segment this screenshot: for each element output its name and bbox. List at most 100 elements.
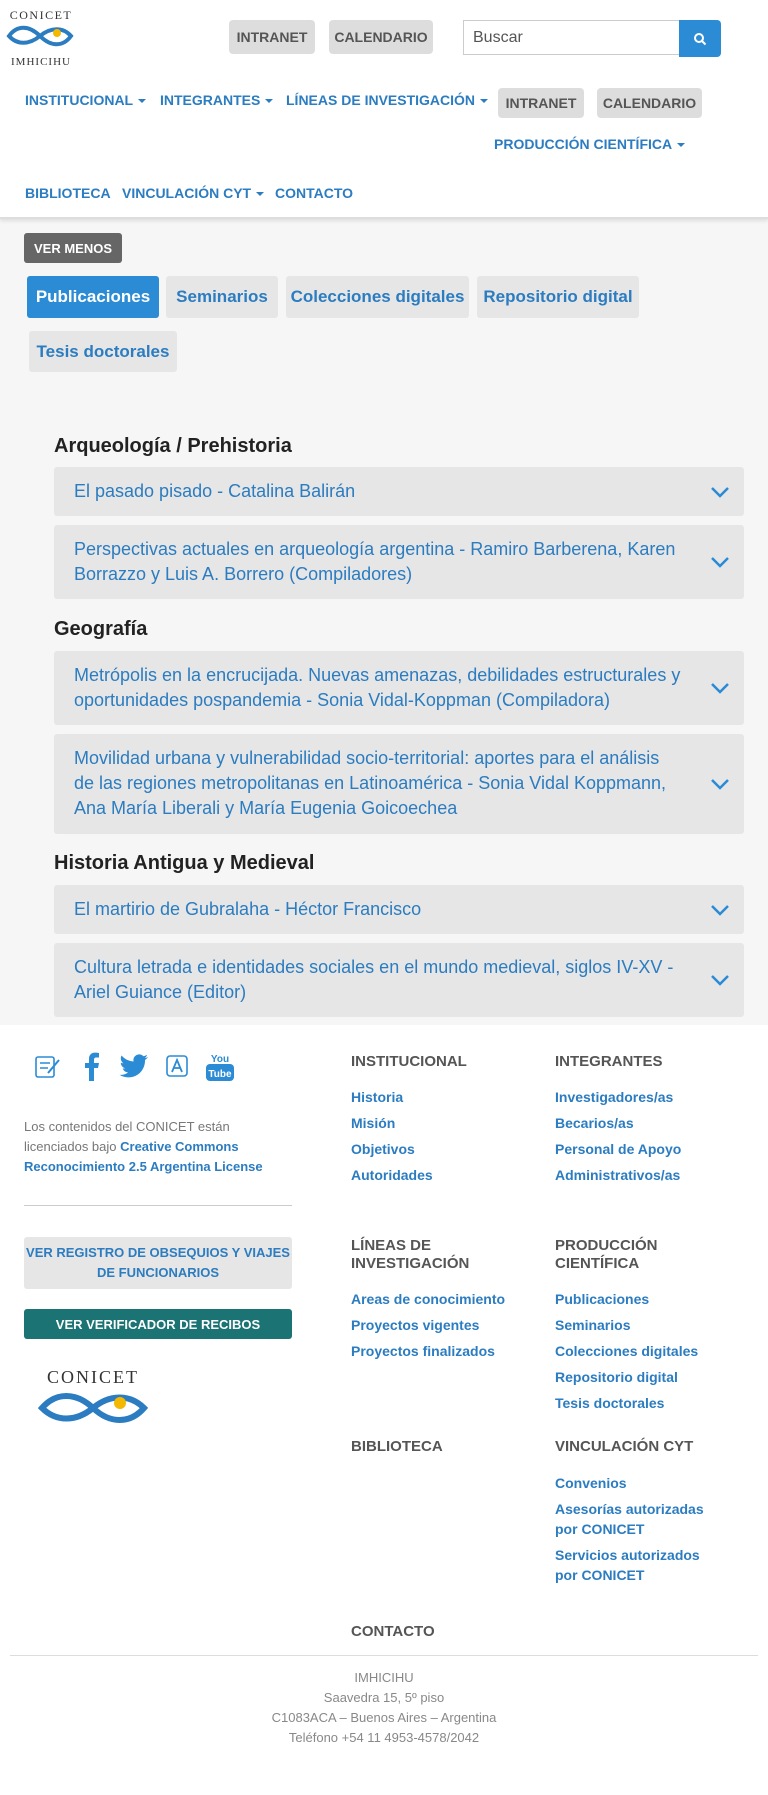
accordion-item[interactable]: El pasado pisado - Catalina Balirán <box>54 467 744 516</box>
facebook-icon[interactable] <box>75 1049 109 1083</box>
chevron-down-icon <box>711 683 729 694</box>
edit-icon[interactable] <box>30 1049 64 1083</box>
accordion-item[interactable]: Metrópolis en la encrucijada. Nuevas ame… <box>54 651 744 725</box>
chevron-down-icon <box>711 904 729 916</box>
address-line: IMHICIHU <box>354 1670 414 1685</box>
nav-lineas-label: LÍNEAS DE INVESTIGACIÓN <box>286 92 476 108</box>
accordion-item[interactable]: Perspectivas actuales en arqueología arg… <box>54 525 744 599</box>
tab-colecciones-digitales[interactable]: Colecciones digitales <box>286 276 469 318</box>
registro-obsequios-button[interactable]: VER REGISTRO DE OBSEQUIOS Y VIAJES DE FU… <box>24 1237 292 1289</box>
chevron-down-icon <box>711 486 729 498</box>
chevron-down-icon <box>711 557 729 568</box>
accordion-item-title: Perspectivas actuales en arqueología arg… <box>74 539 676 584</box>
accordion-item-title: Metrópolis en la encrucijada. Nuevas ame… <box>74 665 681 710</box>
search-button[interactable] <box>679 20 721 57</box>
address-line: Saavedra 15, 5º piso <box>323 1690 445 1705</box>
search-form: Buscar <box>463 20 721 57</box>
footer-heading-contacto[interactable]: CONTACTO <box>351 1623 435 1641</box>
tab-repositorio-digital[interactable]: Repositorio digital <box>477 276 639 318</box>
accordion-item-title: El pasado pisado - Catalina Balirán <box>74 481 356 501</box>
nav-lineas[interactable]: LÍNEAS DE INVESTIGACIÓN <box>286 92 489 108</box>
logo-bottom-text: IMHICIHU <box>11 56 71 68</box>
caret-down-icon <box>677 143 686 148</box>
caret-down-icon <box>265 99 274 104</box>
footer-link[interactable]: Areas de conocimiento <box>351 1289 505 1309</box>
footer-bottom-divider <box>10 1655 758 1656</box>
footer-link[interactable]: Colecciones digitales <box>555 1341 698 1361</box>
accordion-item[interactable]: Movilidad urbana y vulnerabilidad socio-… <box>54 734 744 834</box>
license-text: Los contenidos del CONICET están licenci… <box>24 1117 274 1177</box>
address-line: C1083ACA – Buenos Aires – Argentina <box>271 1710 497 1725</box>
accordion-item[interactable]: Cultura letrada e identidades sociales e… <box>54 943 744 1017</box>
footer-link[interactable]: Personal de Apoyo <box>555 1139 681 1159</box>
chevron-down-icon <box>711 779 729 790</box>
verificador-recibos-button[interactable]: VER VERIFICADOR DE RECIBOS <box>24 1309 292 1339</box>
footer-heading-vinculacion[interactable]: VINCULACIÓN CYT <box>555 1438 693 1456</box>
accordion-item[interactable]: El martirio de Gubralaha - Héctor Franci… <box>54 885 744 934</box>
tab-publicaciones[interactable]: Publicaciones <box>27 276 159 318</box>
section-title: Arqueología / Prehistoria <box>54 435 292 457</box>
tab-seminarios[interactable]: Seminarios <box>166 276 278 318</box>
footer-link[interactable]: Autoridades <box>351 1165 433 1185</box>
footer-link[interactable]: Proyectos vigentes <box>351 1315 479 1335</box>
footer-logo-text: CONICET <box>47 1367 139 1387</box>
footer-link[interactable]: Misión <box>351 1113 395 1133</box>
logo-top-text: CONICET <box>9 8 73 22</box>
conicet-logo[interactable]: CONICET IMHICIHU <box>5 8 77 68</box>
accordion-item-title: El martirio de Gubralaha - Héctor Franci… <box>74 899 422 919</box>
footer-link[interactable]: Investigadores/as <box>555 1087 673 1107</box>
intranet-button[interactable]: INTRANET <box>229 20 315 54</box>
footer-link[interactable]: Historia <box>351 1087 403 1107</box>
search-icon <box>694 32 707 45</box>
footer-link[interactable]: Seminarios <box>555 1315 630 1335</box>
tab-tesis-doctorales[interactable]: Tesis doctorales <box>29 331 177 372</box>
logo-wave-icon <box>6 25 74 47</box>
footer-link[interactable]: Proyectos finalizados <box>351 1341 495 1361</box>
footer-link[interactable]: Objetivos <box>351 1139 415 1159</box>
footer-link[interactable]: Tesis doctorales <box>555 1393 664 1413</box>
caret-down-icon <box>480 99 489 104</box>
ver-menos-button[interactable]: VER MENOS <box>24 233 122 263</box>
twitter-icon[interactable] <box>117 1049 151 1083</box>
footer-link[interactable]: Becarios/as <box>555 1113 634 1133</box>
appstore-icon[interactable] <box>160 1049 194 1083</box>
nav-institucional-label: INSTITUCIONAL <box>25 92 134 108</box>
nav-produccion[interactable]: PRODUCCIÓN CIENTÍFICA <box>494 136 686 152</box>
footer-conicet-logo[interactable]: CONICET <box>37 1367 149 1433</box>
nav-vinculacion-label: VINCULACIÓN CYT <box>122 185 252 201</box>
nav-intranet-button[interactable]: INTRANET <box>498 88 584 118</box>
address-line: Teléfono +54 11 4953-4578/2042 <box>288 1730 480 1745</box>
nav-integrantes[interactable]: INTEGRANTES <box>160 92 274 108</box>
nav-biblioteca[interactable]: BIBLIOTECA <box>25 185 111 201</box>
chevron-down-icon <box>711 975 729 986</box>
accordion-item-title: Cultura letrada e identidades sociales e… <box>74 957 674 1002</box>
nav-integrantes-label: INTEGRANTES <box>160 92 261 108</box>
footer-link[interactable]: Repositorio digital <box>555 1367 678 1387</box>
nav-produccion-label: PRODUCCIÓN CIENTÍFICA <box>494 136 673 152</box>
nav-calendario-button[interactable]: CALENDARIO <box>597 88 702 118</box>
footer-link[interactable]: Publicaciones <box>555 1289 649 1309</box>
search-input[interactable]: Buscar <box>463 20 680 55</box>
footer-heading-biblioteca[interactable]: BIBLIOTECA <box>351 1438 443 1456</box>
footer-heading-lineas[interactable]: LÍNEAS DE INVESTIGACIÓN <box>351 1237 501 1273</box>
footer-divider <box>24 1205 292 1206</box>
footer-heading-institucional[interactable]: INSTITUCIONAL <box>351 1053 467 1071</box>
footer-heading-integrantes[interactable]: INTEGRANTES <box>555 1053 663 1071</box>
caret-down-icon <box>256 192 265 197</box>
footer-link[interactable]: Convenios <box>555 1473 627 1493</box>
calendario-button[interactable]: CALENDARIO <box>329 20 433 54</box>
section-title: Historia Antigua y Medieval <box>54 852 315 874</box>
section-title: Geografía <box>54 618 148 640</box>
nav-institucional[interactable]: INSTITUCIONAL <box>25 92 147 108</box>
footer-link[interactable]: Asesorías autorizadas por CONICET <box>555 1499 725 1539</box>
svg-text:You: You <box>211 1054 229 1065</box>
site-header: CONICET IMHICIHU INTRANET CALENDARIO Bus… <box>0 0 768 219</box>
footer-link[interactable]: Servicios autorizados por CONICET <box>555 1545 725 1585</box>
footer-link[interactable]: Administrativos/as <box>555 1165 680 1185</box>
caret-down-icon <box>138 99 147 104</box>
svg-text:Tube: Tube <box>208 1069 232 1080</box>
footer-heading-produccion[interactable]: PRODUCCIÓN CIENTÍFICA <box>555 1237 675 1273</box>
youtube-icon[interactable]: You Tube <box>202 1049 238 1085</box>
nav-vinculacion[interactable]: VINCULACIÓN CYT <box>122 185 265 201</box>
nav-contacto[interactable]: CONTACTO <box>275 185 353 201</box>
